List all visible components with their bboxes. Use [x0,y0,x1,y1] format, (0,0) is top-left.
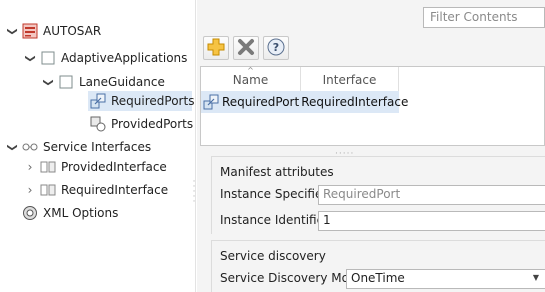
cell-name[interactable]: RequiredPort [222,95,299,109]
splitter-handle[interactable]: ····· [192,178,196,210]
tree-node-label: ProvidedPorts [111,117,194,131]
tree-node-label: AUTOSAR [43,24,102,38]
filter-input[interactable]: Filter Contents [423,7,545,28]
chevron-right-icon[interactable]: › [24,183,36,197]
instance-identifier-label: Instance Identifier: [220,213,333,227]
model-tree: ❯ AUTOSAR ❯ AdaptiveApplications ❯ LaneG… [0,0,196,292]
chevron-down-icon[interactable]: ❯ [43,76,54,88]
interfaces-icon [22,139,38,155]
chevron-down-icon[interactable]: ❯ [7,25,18,37]
ports-table: ^ Name Interface RequiredPort RequiredIn… [200,66,545,146]
service-discovery-group: Service discovery Service Discovery Mode… [211,240,545,292]
tree-node-autosar[interactable]: ❯ AUTOSAR [6,21,101,41]
instance-specifier-label: Instance Specifier: [220,187,332,201]
properties-panel: Filter Contents ? ^ Name Interface Requi… [197,0,545,292]
interface-icon [40,159,56,175]
component-icon [58,74,74,90]
tree-node-xml-options[interactable]: XML Options [22,203,118,223]
chevron-right-icon[interactable]: › [24,160,36,174]
chevron-down-icon[interactable]: ❯ [25,52,36,64]
tree-node-provided-ports[interactable]: ProvidedPorts [90,114,193,134]
autosar-package-icon [22,23,38,39]
service-discovery-mode-select[interactable]: OneTime ▼ [346,269,545,289]
section-title: Service discovery [220,249,326,263]
required-port-icon [90,93,106,109]
help-icon: ? [267,38,285,59]
provided-port-icon [90,116,106,132]
chevron-down-icon[interactable]: ❯ [7,141,18,153]
cell-interface[interactable]: RequiredInterface [299,95,408,109]
section-title: Manifest attributes [220,165,334,179]
tree-node-label: LaneGuidance [79,75,165,89]
sort-ascending-icon: ^ [247,66,254,75]
tree-node-label: ProvidedInterface [61,160,167,174]
tree-node-lane-guidance[interactable]: ❯ LaneGuidance [42,72,165,92]
delete-button[interactable] [233,36,259,60]
dropdown-arrow-icon: ▼ [532,273,539,282]
interface-icon [40,182,56,198]
selected-value: OneTime [351,271,405,285]
manifest-attributes-group: Manifest attributes Instance Specifier: … [211,156,545,234]
column-header-name[interactable]: ^ Name [201,67,301,91]
svg-text:?: ? [273,41,279,54]
tree-node-required-interface[interactable]: › RequiredInterface [24,180,169,200]
required-port-icon [203,94,219,110]
delete-icon [237,38,255,59]
tree-node-label: RequiredPorts [111,94,195,108]
help-button[interactable]: ? [263,36,289,60]
folder-icon [40,50,56,66]
instance-specifier-field: RequiredPort [318,185,545,205]
table-row[interactable]: RequiredPort RequiredInterface [201,91,408,113]
tree-node-adaptive-applications[interactable]: ❯ AdaptiveApplications [24,48,188,68]
column-header-interface[interactable]: Interface [301,67,399,91]
add-icon [207,38,225,59]
settings-icon [22,205,38,221]
tree-node-label: XML Options [43,206,119,220]
tree-node-provided-interface[interactable]: › ProvidedInterface [24,157,167,177]
tree-node-service-interfaces[interactable]: ❯ Service Interfaces [6,137,152,157]
add-button[interactable] [203,36,229,60]
tree-node-required-ports[interactable]: RequiredPorts [88,91,195,111]
tree-node-label: RequiredInterface [61,183,169,197]
tree-node-label: AdaptiveApplications [61,51,188,65]
tree-node-label: Service Interfaces [43,140,152,154]
instance-identifier-field[interactable]: 1 [318,211,545,231]
